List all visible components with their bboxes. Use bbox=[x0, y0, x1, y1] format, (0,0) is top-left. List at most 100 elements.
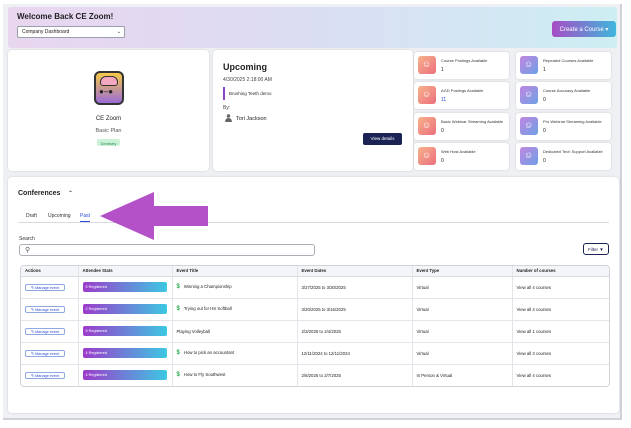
view-courses-link[interactable]: View all 3 courses bbox=[512, 342, 610, 364]
event-title: Trying out for HS Softball bbox=[184, 306, 232, 311]
table-row: ✎ Manage event 4 Registered $ How to pick a… bbox=[21, 342, 610, 364]
filter-label: Filter bbox=[588, 247, 598, 252]
actions-cell: ✎ Manage event bbox=[21, 364, 78, 386]
stat-label: Course Postings Available bbox=[441, 58, 487, 63]
col-event-type: Event Type bbox=[412, 266, 512, 276]
actions-cell: ✎ Manage event bbox=[21, 320, 78, 342]
stat-card: ☺Web Host Available0 bbox=[414, 143, 509, 170]
create-course-button[interactable]: Create a Course ▾ bbox=[552, 21, 616, 37]
stat-label: Basic Webinar Streaming Available bbox=[441, 119, 503, 124]
stat-label: Course Accuracy Available bbox=[543, 88, 590, 93]
upcoming-title: Upcoming bbox=[223, 62, 267, 72]
attendee-stats-bar[interactable]: 2 Registered bbox=[83, 304, 167, 314]
manage-event-button[interactable]: ✎ Manage event bbox=[25, 306, 65, 313]
presenter-icon: ☺ bbox=[520, 86, 538, 104]
manage-event-label: Manage event bbox=[35, 286, 59, 290]
view-courses-link[interactable]: View all 1 courses bbox=[512, 320, 610, 342]
app-window: Welcome Back CE Zoom! Company Dashboard … bbox=[3, 4, 622, 420]
event-type: Virtual bbox=[412, 276, 512, 298]
chevron-up-icon[interactable]: ⌃ bbox=[68, 190, 73, 197]
attendee-cell: 5 Registered bbox=[78, 320, 172, 342]
stat-value: 1 bbox=[441, 67, 444, 73]
col-actions: Actions bbox=[21, 266, 78, 276]
title-cell: $Trying out for HS Softball bbox=[172, 298, 297, 320]
col-number-of-courses: Number of courses bbox=[512, 266, 610, 276]
tab-draft[interactable]: Draft bbox=[26, 213, 37, 219]
presenter-name: Tori Jackson bbox=[236, 116, 267, 122]
view-details-button[interactable]: View details bbox=[363, 133, 402, 145]
dollar-icon: $ bbox=[177, 372, 180, 378]
title-cell: $ How to pick an accountant bbox=[172, 342, 297, 364]
filter-button[interactable]: Filter ▼ bbox=[583, 243, 609, 255]
stat-label: Web Host Available bbox=[441, 149, 476, 154]
presenter-icon: ☺ bbox=[418, 56, 436, 74]
title-cell: $How to Fly Southwest bbox=[172, 364, 297, 386]
event-title: Playing Volleyball bbox=[177, 329, 210, 334]
table-row: ✎ Manage event 4 Registered $How to Fly So… bbox=[21, 364, 610, 386]
actions-cell: ✎ Manage event bbox=[21, 276, 78, 298]
attendee-cell: 5 Registered bbox=[78, 276, 172, 298]
view-courses-link[interactable]: View all 4 courses bbox=[512, 276, 610, 298]
event-title: Winning a Championship bbox=[184, 284, 232, 289]
stat-label: AGD Postings Available bbox=[441, 88, 483, 93]
stat-card: ☺Pro Webinar Streaming Available0 bbox=[516, 113, 611, 140]
upcoming-datetime: 4/30/2025 2:18:00 AM bbox=[223, 77, 272, 83]
annotation-arrow-icon bbox=[100, 192, 208, 240]
dollar-icon: $ bbox=[177, 350, 180, 356]
attendee-stats-bar[interactable]: 5 Registered bbox=[83, 326, 167, 336]
event-dates: 12/11/2024 to 12/11/2024 bbox=[297, 342, 412, 364]
attendee-cell: 2 Registered bbox=[78, 298, 172, 320]
attendee-stats-bar[interactable]: 4 Registered bbox=[83, 348, 167, 358]
stat-card: ☺ AGD Postings Available 11 bbox=[414, 82, 509, 109]
profile-card: ●–● CE Zoom Basic Plan Dentistry bbox=[8, 50, 209, 171]
manage-event-button[interactable]: ✎ Manage event bbox=[25, 350, 65, 357]
person-icon bbox=[225, 114, 232, 122]
tab-past[interactable]: Past bbox=[80, 213, 90, 222]
actions-cell: ✎ Manage event bbox=[21, 342, 78, 364]
stat-label: Dedicated Tech Support Available bbox=[543, 149, 603, 154]
presenter-icon: ☺ bbox=[520, 147, 538, 165]
specialty-badge: Dentistry bbox=[97, 139, 120, 146]
glasses-icon: ●–● bbox=[99, 87, 113, 96]
stat-card: ☺Course Accuracy Available0 bbox=[516, 82, 611, 109]
presenter-icon: ☺ bbox=[520, 117, 538, 135]
attendee-stats-bar[interactable]: 4 Registered bbox=[83, 370, 167, 380]
attendee-cell: 4 Registered bbox=[78, 364, 172, 386]
top-banner: Welcome Back CE Zoom! Company Dashboard … bbox=[8, 7, 617, 48]
stat-value: 1 bbox=[543, 67, 546, 73]
upcoming-event-name: Brushing Teeth demo bbox=[223, 87, 271, 100]
search-label: Search bbox=[19, 236, 35, 242]
brain-icon bbox=[100, 76, 118, 86]
stat-value: 0 bbox=[441, 128, 444, 134]
event-type: In Person & Virtual bbox=[412, 364, 512, 386]
stat-value: 11 bbox=[441, 97, 446, 103]
view-courses-link[interactable]: View all 4 courses bbox=[512, 298, 610, 320]
stat-label: Repeated Courses Available bbox=[543, 58, 593, 63]
search-input[interactable]: ⚲ bbox=[19, 244, 315, 256]
ce-zoom-logo: ●–● bbox=[94, 71, 124, 105]
profile-plan: Basic Plan bbox=[8, 128, 209, 134]
attendee-stats-bar[interactable]: 5 Registered bbox=[83, 282, 167, 292]
manage-event-button[interactable]: ✎ Manage event bbox=[25, 372, 65, 379]
manage-event-label: Manage event bbox=[35, 374, 59, 378]
filter-icon: ▼ bbox=[599, 247, 603, 252]
col-attendee-stats: Attendee Stats bbox=[78, 266, 172, 276]
dashboard-select[interactable]: Company Dashboard ⌄ bbox=[17, 26, 125, 38]
event-title: How to pick an accountant bbox=[184, 350, 234, 355]
attendee-cell: 4 Registered bbox=[78, 342, 172, 364]
search-icon: ⚲ bbox=[25, 246, 30, 254]
view-courses-link[interactable]: View all 4 courses bbox=[512, 364, 610, 386]
manage-event-button[interactable]: ✎ Manage event bbox=[25, 284, 65, 291]
welcome-title: Welcome Back CE Zoom! bbox=[17, 12, 113, 21]
tab-upcoming[interactable]: Upcoming bbox=[48, 213, 71, 219]
table-row: ✎ Manage event 2 Registered $Trying out fo… bbox=[21, 298, 610, 320]
stat-card: ☺ Basic Webinar Streaming Available 0 bbox=[414, 113, 509, 140]
manage-event-button[interactable]: ✎ Manage event bbox=[25, 328, 65, 335]
stat-value: 0 bbox=[543, 158, 546, 164]
col-event-dates: Event Dates bbox=[297, 266, 412, 276]
presenter-icon: ☺ bbox=[418, 86, 436, 104]
presenter-icon: ☺ bbox=[418, 117, 436, 135]
dollar-icon: $ bbox=[177, 284, 180, 290]
conferences-heading: Conferences bbox=[18, 190, 60, 197]
title-cell: $ Winning a Championship bbox=[172, 276, 297, 298]
